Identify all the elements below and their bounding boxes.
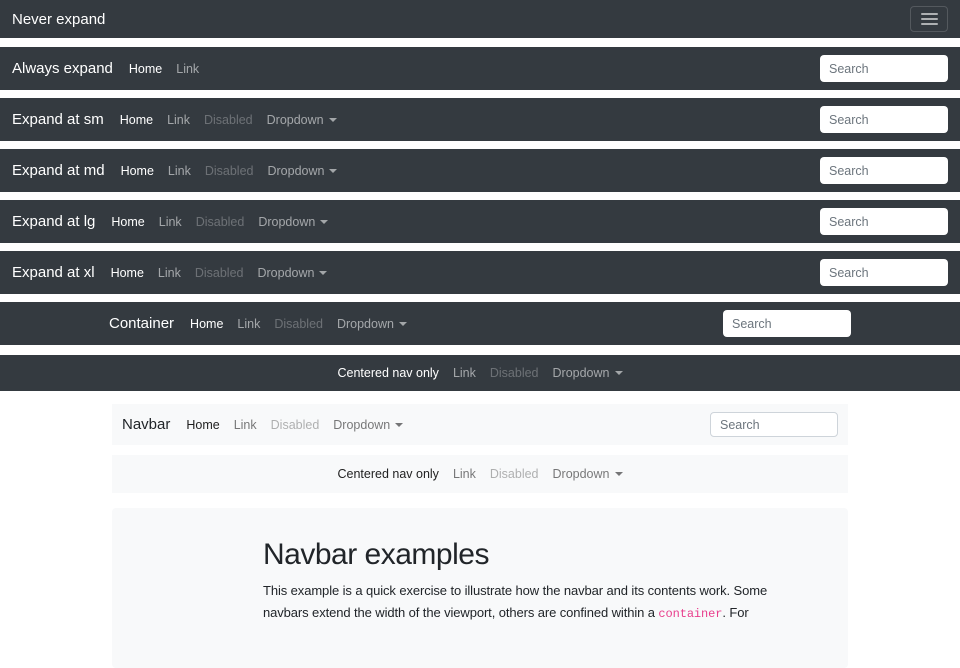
navbar-brand[interactable]: Expand at md [12,162,105,179]
caret-down-icon [329,118,337,122]
search-input[interactable] [820,106,948,133]
navbar-container: Container Home Link Disabled Dropdown [0,302,960,345]
nav-link-home[interactable]: Home [179,418,226,432]
nav-dropdown-toggle[interactable]: Dropdown [260,113,344,127]
caret-down-icon [320,220,328,224]
container: Container Home Link Disabled Dropdown [109,302,851,345]
hamburger-icon [921,13,938,15]
search-input[interactable] [820,55,948,82]
nav-dropdown-toggle[interactable]: Dropdown [546,366,630,380]
nav-links: Home Link Disabled Dropdown [179,418,410,432]
nav-link-centered[interactable]: Centered nav only [330,366,445,380]
jumbotron-content: Navbar examples This example is a quick … [263,538,697,625]
nav-link-disabled: Disabled [197,113,260,127]
search-input[interactable] [820,259,948,286]
nav-link-disabled: Disabled [189,215,252,229]
nav-links: Home Link Disabled Dropdown [104,215,335,229]
intro-paragraph: This example is a quick exercise to illu… [263,580,697,625]
navbar-brand[interactable]: Expand at lg [12,213,95,230]
nav-link-link[interactable]: Link [227,418,264,432]
nav-links: Centered nav only Link Disabled Dropdown [330,467,629,481]
search-input[interactable] [723,310,851,337]
nav-link-home[interactable]: Home [183,317,230,331]
nav-dropdown-toggle[interactable]: Dropdown [251,215,335,229]
nav-link-centered[interactable]: Centered nav only [330,467,445,481]
caret-down-icon [319,271,327,275]
caret-down-icon [399,322,407,326]
navbar-light: Navbar Home Link Disabled Dropdown [112,404,848,445]
nav-link-link[interactable]: Link [446,467,483,481]
nav-links: Home Link Disabled Dropdown [113,113,344,127]
nav-link-link[interactable]: Link [230,317,267,331]
nav-link-disabled: Disabled [188,266,251,280]
nav-link-link[interactable]: Link [152,215,189,229]
navbar-brand[interactable]: Expand at xl [12,264,95,281]
navbar-brand[interactable]: Always expand [12,60,113,77]
navbar-brand[interactable]: Navbar [122,416,170,433]
caret-down-icon [615,371,623,375]
nav-link-link[interactable]: Link [151,266,188,280]
container-code-text: container [658,607,722,621]
nav-link-home[interactable]: Home [104,266,151,280]
caret-down-icon [615,472,623,476]
search-input[interactable] [820,208,948,235]
intro-line-1: This example is a quick exercise to illu… [263,580,697,602]
jumbotron: Navbar examples This example is a quick … [112,508,848,668]
nav-link-link[interactable]: Link [169,62,206,76]
nav-link-disabled: Disabled [264,418,327,432]
nav-dropdown-toggle[interactable]: Dropdown [330,317,414,331]
search-input[interactable] [820,157,948,184]
caret-down-icon [329,169,337,173]
navbar-centered-light: Centered nav only Link Disabled Dropdown [112,455,848,493]
nav-link-link[interactable]: Link [446,366,483,380]
nav-link-disabled: Disabled [198,164,261,178]
nav-links: Home Link Disabled Dropdown [114,164,345,178]
navbar-expand-lg: Expand at lg Home Link Disabled Dropdown [0,200,960,243]
nav-dropdown-toggle[interactable]: Dropdown [326,418,410,432]
nav-link-home[interactable]: Home [122,62,169,76]
caret-down-icon [395,423,403,427]
navbar-never-expand: Never expand [0,0,960,38]
nav-link-disabled: Disabled [483,467,546,481]
nav-link-disabled: Disabled [267,317,330,331]
navbar-centered-dark: Centered nav only Link Disabled Dropdown [0,355,960,391]
navbar-brand[interactable]: Never expand [12,11,105,28]
nav-link-disabled: Disabled [483,366,546,380]
navbar-always-expand: Always expand Home Link [0,47,960,90]
navbar-expand-md: Expand at md Home Link Disabled Dropdown [0,149,960,192]
nav-links: Centered nav only Link Disabled Dropdown [330,366,629,380]
intro-line-2: navbars extend the width of the viewport… [263,602,697,625]
navbar-expand-xl: Expand at xl Home Link Disabled Dropdown [0,251,960,294]
nav-dropdown-toggle[interactable]: Dropdown [546,467,630,481]
nav-link-link[interactable]: Link [161,164,198,178]
nav-link-home[interactable]: Home [114,164,161,178]
navbar-brand[interactable]: Expand at sm [12,111,104,128]
nav-link-link[interactable]: Link [160,113,197,127]
nav-link-home[interactable]: Home [113,113,160,127]
nav-link-home[interactable]: Home [104,215,151,229]
nav-links: Home Link [122,62,206,76]
navbar-brand[interactable]: Container [109,315,174,332]
hamburger-icon [921,18,938,20]
navbar-toggler-button[interactable] [910,6,948,32]
search-input[interactable] [710,412,838,437]
nav-dropdown-toggle[interactable]: Dropdown [260,164,344,178]
nav-links: Home Link Disabled Dropdown [183,317,414,331]
page-title: Navbar examples [263,538,697,572]
navbar-expand-sm: Expand at sm Home Link Disabled Dropdown [0,98,960,141]
nav-links: Home Link Disabled Dropdown [104,266,335,280]
nav-dropdown-toggle[interactable]: Dropdown [250,266,334,280]
hamburger-icon [921,23,938,25]
